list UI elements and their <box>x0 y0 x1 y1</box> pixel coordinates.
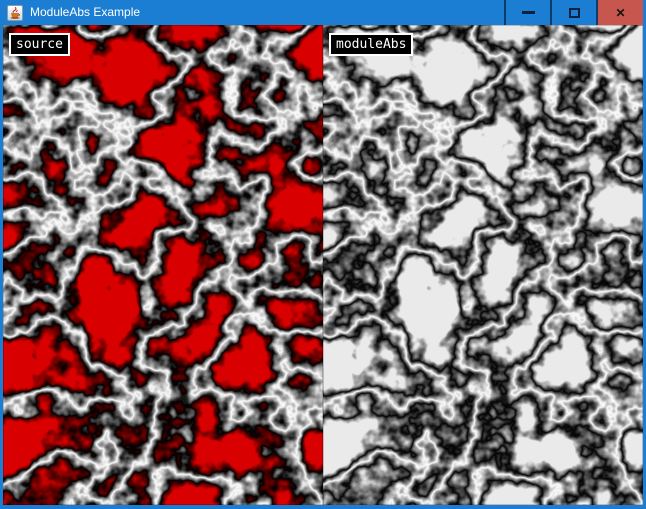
close-button[interactable]: ✕ <box>596 0 643 25</box>
titlebar[interactable]: ModuleAbs Example ✕ <box>0 0 646 25</box>
maximize-icon <box>569 8 580 18</box>
window-title: ModuleAbs Example <box>30 0 504 25</box>
minimize-icon <box>522 11 535 14</box>
source-panel: source <box>3 25 323 505</box>
java-coffee-cup-icon <box>7 5 23 21</box>
moduleabs-image <box>323 25 643 505</box>
window-controls: ✕ <box>504 0 643 25</box>
maximize-button[interactable] <box>550 0 596 25</box>
moduleabs-panel: moduleAbs <box>323 25 643 505</box>
source-image <box>3 25 323 505</box>
application-window: ModuleAbs Example ✕ <box>0 0 646 509</box>
source-label: source <box>9 33 70 56</box>
content-area: source moduleAbs <box>3 25 643 505</box>
close-icon: ✕ <box>615 7 625 19</box>
minimize-button[interactable] <box>504 0 550 25</box>
moduleabs-label: moduleAbs <box>329 33 413 56</box>
